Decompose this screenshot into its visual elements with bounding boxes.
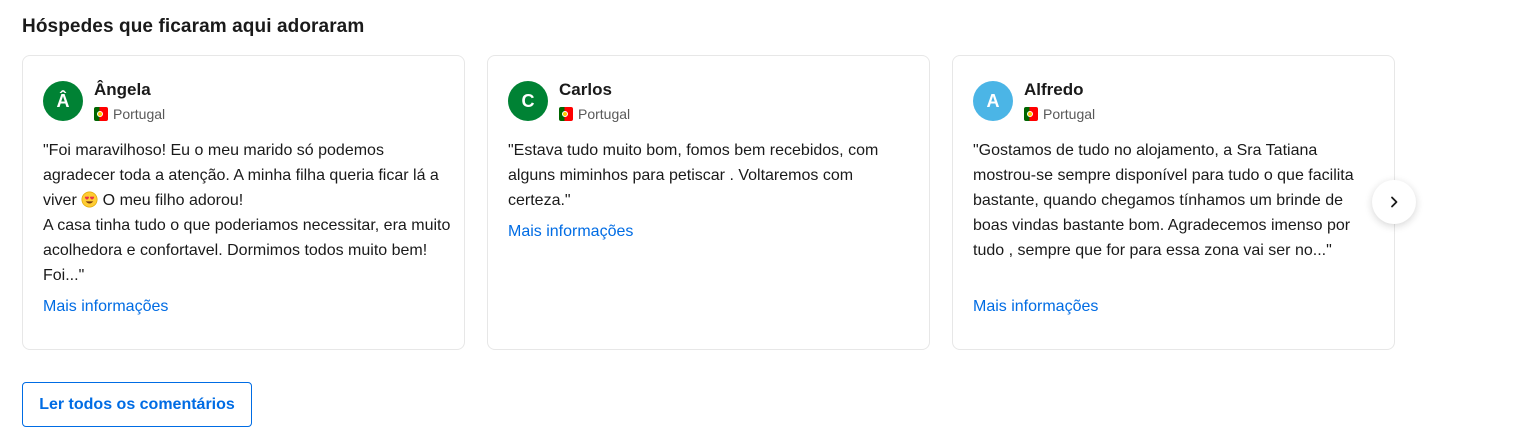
review-text: "Foi maravilhoso! Eu o meu marido só pod… bbox=[43, 138, 451, 288]
smiling-face-with-heart-eyes-icon bbox=[81, 191, 98, 208]
avatar: C bbox=[508, 81, 548, 121]
reviewer-name: Carlos bbox=[559, 80, 612, 99]
portugal-flag-icon bbox=[94, 107, 108, 121]
review-card-alfredo: A Alfredo Portugal "Gostamos de tudo no … bbox=[952, 55, 1395, 350]
carousel-next-button[interactable] bbox=[1372, 180, 1416, 224]
reviewer-name: Alfredo bbox=[1024, 80, 1084, 99]
review-text: "Gostamos de tudo no alojamento, a Sra T… bbox=[973, 142, 1354, 259]
avatar: A bbox=[973, 81, 1013, 121]
reviewer-country: Portugal bbox=[559, 106, 630, 122]
more-info-link[interactable]: Mais informações bbox=[508, 223, 633, 241]
reviewer-name: Ângela bbox=[94, 80, 151, 99]
more-info-link[interactable]: Mais informações bbox=[973, 298, 1098, 316]
country-label: Portugal bbox=[1043, 106, 1096, 122]
chevron-right-icon bbox=[1391, 196, 1398, 208]
read-all-reviews-button[interactable]: Ler todos os comentários bbox=[22, 382, 252, 427]
reviewer-country: Portugal bbox=[94, 106, 165, 122]
more-info-link[interactable]: Mais informações bbox=[43, 298, 168, 316]
country-label: Portugal bbox=[578, 106, 631, 122]
review-card-carlos: C Carlos Portugal "Estava tudo muito bom… bbox=[487, 55, 930, 350]
review-text-part-2: O meu filho adorou! A casa tinha tudo o … bbox=[43, 192, 451, 284]
portugal-flag-icon bbox=[559, 107, 573, 121]
reviewer-country: Portugal bbox=[1024, 106, 1095, 122]
review-text: "Estava tudo muito bom, fomos bem recebi… bbox=[508, 142, 879, 209]
portugal-flag-icon bbox=[1024, 107, 1038, 121]
avatar: Â bbox=[43, 81, 83, 121]
country-label: Portugal bbox=[113, 106, 166, 122]
section-title: Hóspedes que ficaram aqui adoraram bbox=[22, 16, 365, 37]
review-card-angela: Â Ângela Portugal "Foi maravilhoso! Eu o… bbox=[22, 55, 465, 350]
